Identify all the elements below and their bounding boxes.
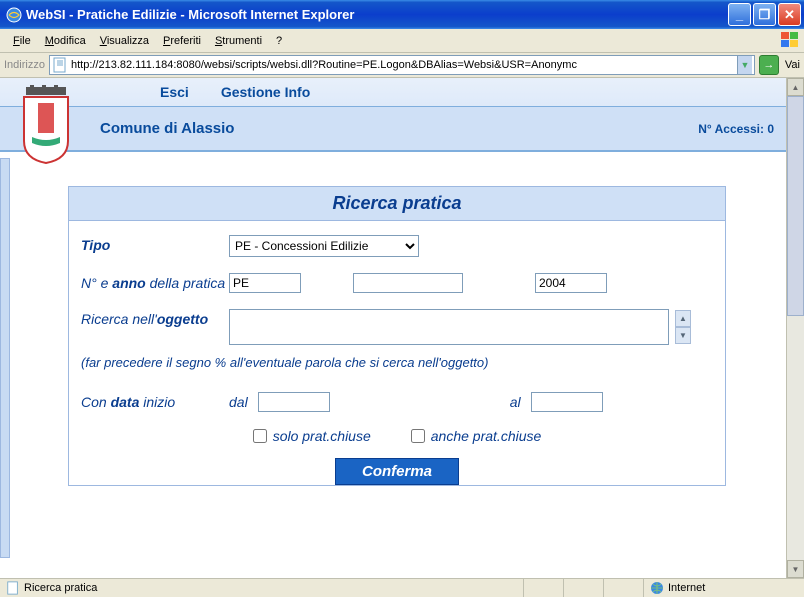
window-title: WebSI - Pratiche Edilizie - Microsoft In… (26, 7, 728, 22)
form-title: Ricerca pratica (68, 186, 726, 221)
status-zone: Internet (644, 579, 804, 597)
row-numero: N° e anno della pratica (81, 273, 713, 293)
status-blank2 (564, 579, 604, 597)
data-from-input[interactable] (258, 392, 330, 412)
oggetto-input[interactable] (229, 309, 669, 345)
sub-header: Comune di Alassio N° Accessi: 0 (0, 106, 786, 150)
row-data: Con data inizio dal al (81, 392, 713, 412)
chk-solo-label[interactable]: solo prat.chiuse (253, 428, 371, 444)
nav-gestione-info[interactable]: Gestione Info (221, 84, 310, 100)
tipo-label: Tipo (81, 237, 110, 253)
status-bar: Ricerca pratica Internet (0, 578, 804, 597)
windows-flag-icon (780, 31, 800, 49)
tipo-select[interactable]: PE - Concessioni Edilizie (229, 235, 419, 257)
url-dropdown-button[interactable]: ▼ (737, 56, 752, 74)
menu-help[interactable]: ? (269, 32, 289, 50)
oggetto-label: Ricerca nell'oggetto (81, 309, 229, 327)
checkbox-row: solo prat.chiuse anche prat.chiuse (81, 428, 713, 444)
row-tipo: Tipo PE - Concessioni Edilizie (81, 235, 713, 257)
status-blank1 (524, 579, 564, 597)
chk-anche-label[interactable]: anche prat.chiuse (411, 428, 542, 444)
row-oggetto: Ricerca nell'oggetto ▲▼ (81, 309, 713, 345)
address-bar: Indirizzo ▼ → Vai (0, 53, 804, 78)
menu-strumenti[interactable]: Strumenti (208, 32, 269, 50)
chk-solo[interactable] (253, 429, 267, 443)
al-label: al (510, 394, 521, 410)
ie-icon (6, 7, 22, 23)
confirm-button[interactable]: Conferma (335, 458, 459, 485)
go-button[interactable]: → (759, 55, 779, 75)
chk-anche[interactable] (411, 429, 425, 443)
menu-visualizza[interactable]: Visualizza (93, 32, 156, 50)
window-minimize-button[interactable]: _ (728, 3, 751, 26)
window-close-button[interactable]: ✕ (778, 3, 801, 26)
num-prefix-input[interactable] (229, 273, 301, 293)
address-label: Indirizzo (4, 59, 45, 71)
top-nav: Esci Gestione Info (0, 78, 786, 106)
page-content: Esci Gestione Info Comune di Alassio N° … (0, 78, 786, 578)
crest-icon (14, 83, 78, 165)
dal-label: dal (229, 394, 248, 410)
status-blank3 (604, 579, 644, 597)
go-label: Vai (783, 59, 800, 71)
page-icon (52, 57, 68, 73)
left-panel-stub (0, 158, 10, 558)
window-maximize-button[interactable]: ❐ (753, 3, 776, 26)
num-year-input[interactable] (535, 273, 607, 293)
access-count: N° Accessi: 0 (698, 122, 774, 136)
org-name: Comune di Alassio (100, 120, 234, 137)
data-label: Con data inizio (81, 392, 229, 410)
scroll-thumb[interactable] (787, 96, 804, 316)
scroll-up-button[interactable]: ▲ (787, 78, 804, 96)
menu-modifica[interactable]: Modifica (38, 32, 93, 50)
status-left: Ricerca pratica (0, 579, 524, 597)
oggetto-spinner[interactable]: ▲▼ (675, 310, 691, 344)
nav-esci[interactable]: Esci (160, 84, 189, 100)
hint-text: (far precedere il segno % all'eventuale … (81, 355, 713, 370)
url-input[interactable] (71, 59, 737, 71)
search-form: Ricerca pratica Tipo PE - Concessioni Ed… (68, 186, 726, 486)
vertical-scrollbar[interactable]: ▲ ▼ (786, 78, 804, 578)
address-field-wrapper: ▼ (49, 55, 755, 75)
data-to-input[interactable] (531, 392, 603, 412)
num-value-input[interactable] (353, 273, 463, 293)
menu-bar: File Modifica Visualizza Preferiti Strum… (0, 29, 804, 53)
app-header: Esci Gestione Info Comune di Alassio N° … (0, 78, 786, 152)
window-titlebar: WebSI - Pratiche Edilizie - Microsoft In… (0, 0, 804, 29)
scroll-down-button[interactable]: ▼ (787, 560, 804, 578)
menu-file[interactable]: File (6, 32, 38, 50)
menu-preferiti[interactable]: Preferiti (156, 32, 208, 50)
globe-icon (650, 581, 664, 595)
numero-label: N° e anno della pratica (81, 273, 229, 291)
page-icon (6, 581, 20, 595)
